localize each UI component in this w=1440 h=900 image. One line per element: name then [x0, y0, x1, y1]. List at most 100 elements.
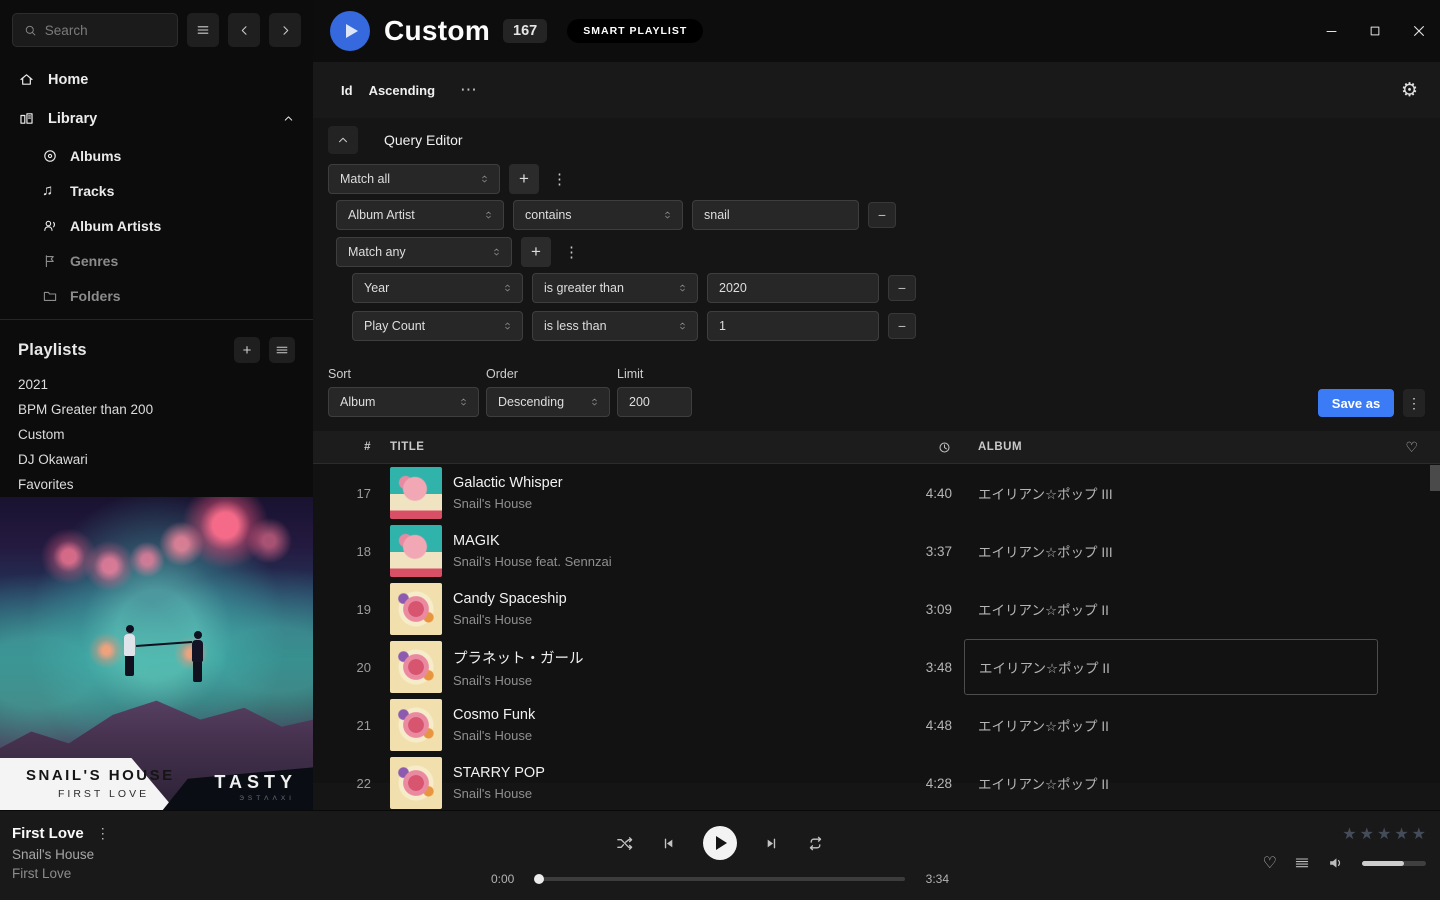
repeat-button[interactable]	[806, 834, 825, 853]
now-playing-album[interactable]: First Love	[12, 866, 110, 881]
track-album-art	[390, 641, 442, 693]
column-favorite[interactable]: ♡	[1384, 439, 1440, 456]
sidebar-item-tracks[interactable]: ♫ Tracks	[0, 173, 313, 208]
previous-button[interactable]	[660, 835, 677, 852]
save-as-button[interactable]: Save as	[1318, 389, 1394, 417]
sidebar-item-home[interactable]: Home	[0, 60, 313, 99]
now-playing-album-art[interactable]: SNAIL'S HOUSE FIRST LOVE TASTY ЭSTΛΛXI	[0, 497, 313, 810]
track-album-focused-cell[interactable]: エイリアン☆ポップ II	[964, 639, 1378, 695]
rule-field-select[interactable]: Play Count	[352, 311, 523, 341]
album-art-title: FIRST LOVE	[58, 788, 149, 800]
query-menu-button[interactable]: ⋮	[1403, 389, 1425, 417]
search-box[interactable]	[12, 13, 178, 47]
playlist-item[interactable]: Custom	[0, 422, 313, 447]
seek-bar[interactable]	[535, 877, 905, 881]
sidebar-item-label: Genres	[70, 253, 118, 269]
now-playing-artist[interactable]: Snail's House	[12, 847, 110, 862]
rule-operator-select[interactable]: is less than	[532, 311, 698, 341]
add-rule-button[interactable]: +	[509, 164, 539, 194]
now-playing-title[interactable]: First Love	[12, 825, 84, 842]
table-header: # TITLE ALBUM ♡	[313, 431, 1440, 464]
sort-select[interactable]: Album	[328, 387, 479, 417]
column-duration[interactable]	[884, 440, 964, 455]
order-select[interactable]: Descending	[486, 387, 610, 417]
track-album: エイリアン☆ポップ II	[964, 696, 1378, 754]
rule-operator-select[interactable]: contains	[513, 200, 683, 230]
track-album: エイリアン☆ポップ III	[964, 522, 1378, 580]
nav-forward-button[interactable]	[269, 13, 301, 47]
group-menu-button[interactable]: ⋮	[548, 170, 571, 188]
rule-field-select[interactable]: Year	[352, 273, 523, 303]
seek-handle[interactable]	[534, 874, 544, 884]
rule-value-input[interactable]	[692, 200, 859, 230]
playlist-item[interactable]: Favorites	[0, 472, 313, 497]
match-type-select[interactable]: Match all	[328, 164, 500, 194]
star-icon[interactable]: ★	[1342, 824, 1356, 844]
favorite-button[interactable]: ♡	[1263, 853, 1277, 873]
rule-field-select[interactable]: Album Artist	[336, 200, 504, 230]
remove-rule-button[interactable]: −	[888, 275, 916, 301]
more-options-button[interactable]: ⋯	[460, 80, 479, 100]
sort-field-button[interactable]: Id	[341, 83, 353, 98]
hamburger-icon	[195, 22, 211, 38]
limit-input[interactable]	[617, 387, 692, 417]
playlist-item[interactable]: DJ Okawari	[0, 447, 313, 472]
collapse-query-editor-button[interactable]	[328, 126, 358, 154]
star-icon[interactable]: ★	[1412, 824, 1426, 844]
remove-rule-button[interactable]: −	[888, 313, 916, 339]
table-row[interactable]: 19 Candy Spaceship Snail's House 3:09 エイ…	[313, 580, 1440, 638]
close-button[interactable]	[1404, 17, 1434, 45]
table-row[interactable]: 20 プラネット・ガール Snail's House 3:48 エイリアン☆ポッ…	[313, 638, 1440, 696]
track-title: Candy Spaceship	[441, 591, 884, 607]
table-row[interactable]: 18 MAGIK Snail's House feat. Sennzai 3:3…	[313, 522, 1440, 580]
rating-stars[interactable]: ★ ★ ★ ★ ★	[1342, 824, 1426, 844]
order-label: Order	[486, 367, 610, 381]
menu-button[interactable]	[187, 13, 219, 47]
minimize-button[interactable]	[1316, 17, 1346, 45]
volume-slider[interactable]	[1362, 861, 1426, 866]
sidebar-item-genres[interactable]: Genres	[0, 243, 313, 278]
rule-value-input[interactable]	[707, 311, 879, 341]
table-row[interactable]: 17 Galactic Whisper Snail's House 4:40 エ…	[313, 464, 1440, 522]
playlist-list-button[interactable]	[269, 337, 295, 363]
now-playing-menu-button[interactable]: ⋮	[96, 825, 110, 842]
sidebar-item-label: Home	[48, 72, 88, 88]
add-playlist-button[interactable]: +	[234, 337, 260, 363]
add-subrule-button[interactable]: +	[521, 237, 551, 267]
subgroup-match-type-select[interactable]: Match any	[336, 237, 512, 267]
rule-value-input[interactable]	[707, 273, 879, 303]
playlist-item[interactable]: BPM Greater than 200	[0, 397, 313, 422]
shuffle-button[interactable]	[615, 834, 634, 853]
next-button[interactable]	[763, 835, 780, 852]
subgroup-menu-button[interactable]: ⋮	[560, 243, 583, 261]
table-scrollbar-thumb[interactable]	[1430, 465, 1440, 491]
table-row[interactable]: 22 STARRY POP Snail's House 4:28 エイリアン☆ポ…	[313, 754, 1440, 812]
search-input[interactable]	[45, 23, 166, 38]
sidebar-item-folders[interactable]: Folders	[0, 278, 313, 313]
nav-back-button[interactable]	[228, 13, 260, 47]
sidebar-item-library[interactable]: Library	[0, 99, 313, 138]
sidebar-item-albums[interactable]: Albums	[0, 138, 313, 173]
remove-rule-button[interactable]: −	[868, 202, 896, 228]
column-index[interactable]: #	[313, 441, 377, 453]
album-art-artist: SNAIL'S HOUSE	[26, 767, 175, 784]
star-icon[interactable]: ★	[1377, 824, 1391, 844]
play-pause-button[interactable]	[703, 826, 737, 860]
column-title[interactable]: TITLE	[377, 441, 884, 453]
column-album[interactable]: ALBUM	[964, 441, 1384, 453]
queue-button[interactable]	[1294, 855, 1310, 871]
sidebar-item-album-artists[interactable]: Album Artists	[0, 208, 313, 243]
list-toolbar: Id Ascending ⋯ ⚙	[313, 62, 1440, 118]
heart-icon: ♡	[1263, 853, 1277, 873]
table-row[interactable]: 21 Cosmo Funk Snail's House 4:48 エイリアン☆ポ…	[313, 696, 1440, 754]
volume-button[interactable]	[1327, 854, 1345, 872]
maximize-button[interactable]	[1360, 17, 1390, 45]
sort-order-button[interactable]: Ascending	[369, 83, 435, 98]
playlists-header: Playlists +	[18, 336, 295, 364]
star-icon[interactable]: ★	[1360, 824, 1374, 844]
star-icon[interactable]: ★	[1394, 824, 1408, 844]
playlist-item[interactable]: 2021	[0, 372, 313, 397]
rule-operator-select[interactable]: is greater than	[532, 273, 698, 303]
gear-icon[interactable]: ⚙	[1401, 81, 1418, 100]
play-playlist-button[interactable]	[330, 11, 370, 51]
